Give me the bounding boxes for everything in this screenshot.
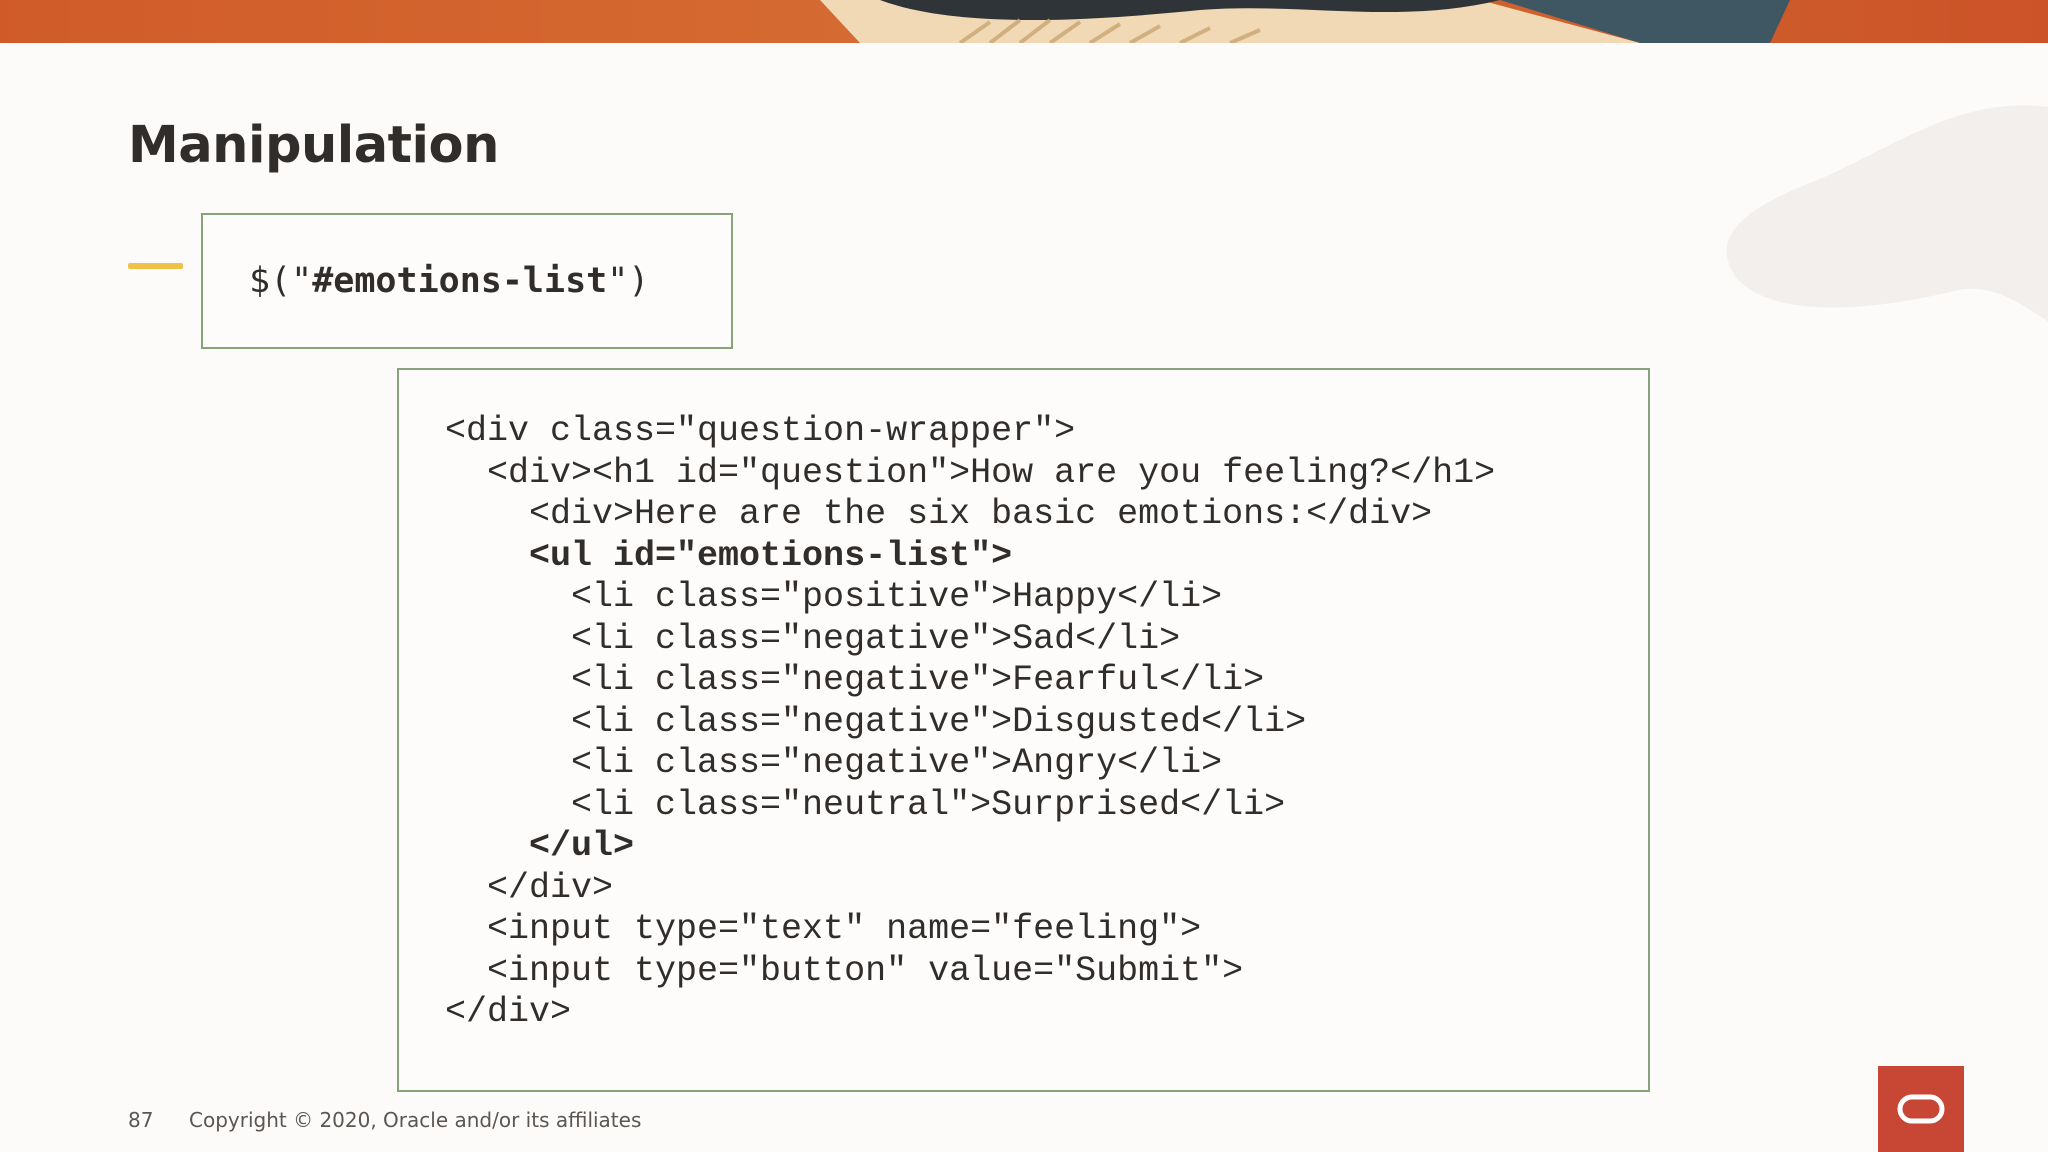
code-line: <li class="negative">Disgusted</li> xyxy=(445,701,1307,742)
code-line: <li class="negative">Fearful</li> xyxy=(445,660,1265,700)
selector-code-box: $("#emotions-list") xyxy=(201,213,733,349)
html-code-block: <div class="question-wrapper"> <div><h1 … xyxy=(445,411,1495,1034)
selector-prefix: $(" xyxy=(249,261,313,301)
page-number: 87 xyxy=(128,1108,154,1132)
code-line: <div class="question-wrapper"> xyxy=(445,411,1076,451)
code-line: <div>Here are the six basic emotions:</d… xyxy=(445,494,1433,534)
code-line-highlighted: </ul> xyxy=(445,826,635,866)
code-line: </div> xyxy=(445,992,572,1032)
selector-code: $("#emotions-list") xyxy=(249,261,649,301)
code-line-highlighted: <ul id="emotions-list"> xyxy=(445,535,1013,576)
copyright-text: Copyright © 2020, Oracle and/or its affi… xyxy=(189,1108,642,1132)
background-decoration xyxy=(1648,70,2048,370)
code-line: <li class="positive">Happy</li> xyxy=(445,577,1223,617)
code-line: <input type="button" value="Submit"> xyxy=(445,950,1244,991)
slide-title: Manipulation xyxy=(128,116,499,175)
oracle-logo-icon xyxy=(1878,1066,1964,1152)
accent-dash xyxy=(128,263,183,269)
html-code-box: <div class="question-wrapper"> <div><h1 … xyxy=(397,368,1650,1092)
code-line: </div> xyxy=(445,867,614,908)
selector-suffix: ") xyxy=(607,261,650,301)
code-line: <input type="text" name="feeling"> xyxy=(445,909,1202,949)
header-banner-artwork xyxy=(0,0,2048,43)
code-line: <div><h1 id="question">How are you feeli… xyxy=(445,452,1496,493)
code-line: <li class="neutral">Surprised</li> xyxy=(445,784,1286,825)
code-line: <li class="negative">Angry</li> xyxy=(445,743,1223,783)
code-line: <li class="negative">Sad</li> xyxy=(445,618,1181,659)
selector-value: #emotions-list xyxy=(312,261,608,301)
